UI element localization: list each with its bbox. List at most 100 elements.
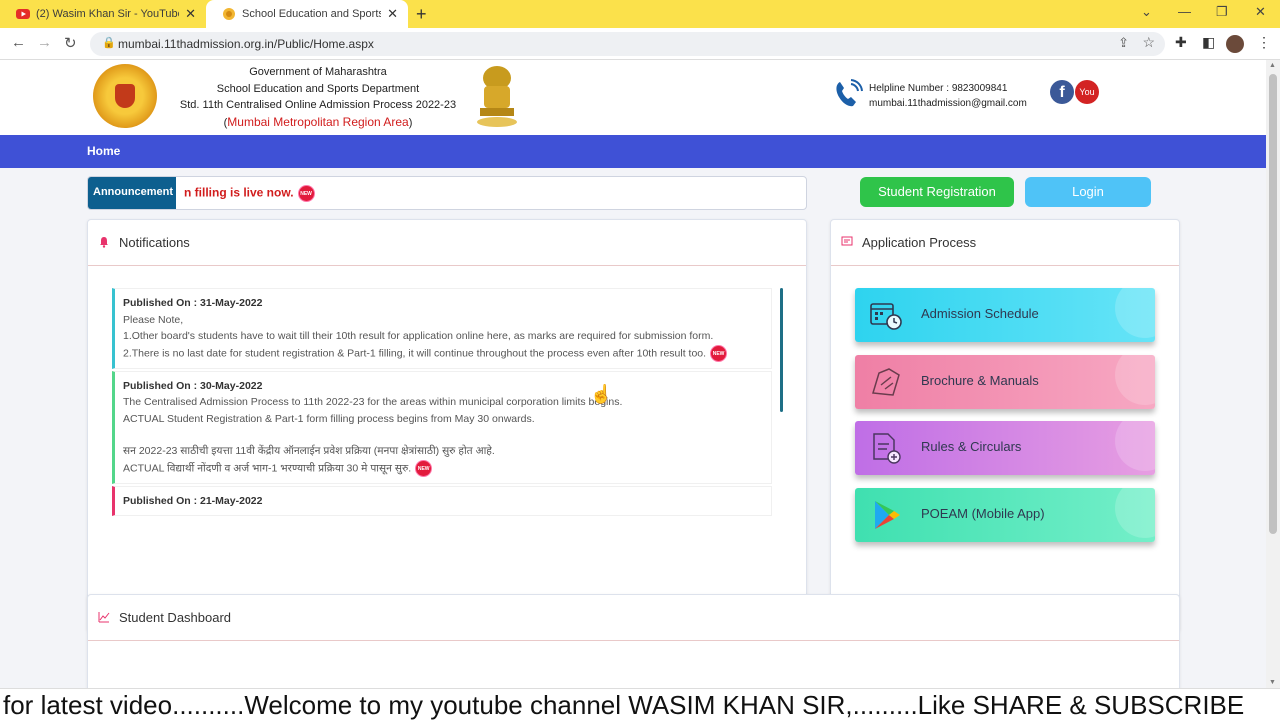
- region-line: (Mumbai Metropolitan Region Area): [168, 114, 468, 132]
- scrolling-ticker: for latest video..........Welcome to my …: [0, 688, 1280, 720]
- helpline-info: Helpline Number : 9823009841 mumbai.11th…: [869, 81, 1027, 111]
- notification-text-wrap: 2.There is no last date for student regi…: [123, 344, 763, 362]
- youtube-icon: [16, 9, 30, 19]
- tab-school-education[interactable]: School Education and Sports Dep ✕: [206, 0, 408, 28]
- youtube-icon[interactable]: You Tube: [1075, 80, 1099, 121]
- maharashtra-seal-icon: [93, 64, 157, 128]
- url-field[interactable]: 🔒 mumbai.11thadmission.org.in/Public/Hom…: [90, 32, 1165, 56]
- document-add-icon: [873, 433, 901, 464]
- helpline-number: Helpline Number : 9823009841: [869, 83, 1008, 94]
- reload-icon[interactable]: ↻: [64, 34, 77, 52]
- chart-line-icon: [98, 612, 110, 623]
- notification-text-wrap: ACTUAL विद्यार्थी नोंदणी व अर्ज भाग-1 भर…: [123, 459, 763, 477]
- tab-youtube[interactable]: (2) Wasim Khan Sir - YouTube ✕: [0, 0, 206, 28]
- region-paren: ): [408, 116, 413, 129]
- new-badge-icon: NEW: [710, 344, 728, 362]
- minimize-icon[interactable]: —: [1178, 4, 1191, 19]
- list-item: Published On : 21-May-2022: [112, 485, 772, 516]
- profile-avatar[interactable]: [1226, 35, 1244, 53]
- notification-text: Please Note,: [123, 313, 184, 326]
- application-process-title: Application Process: [862, 235, 977, 250]
- hand-cursor-icon: ☝: [590, 384, 613, 404]
- notifications-title: Notifications: [119, 235, 190, 250]
- ticker-text: for latest video..........Welcome to my …: [3, 690, 1245, 720]
- published-date: Published On : 31-May-2022: [123, 297, 263, 309]
- announcement-bar: Announcement n filling is live now. NEW: [87, 176, 807, 210]
- new-badge-icon: NEW: [415, 459, 433, 477]
- address-bar: ← → ↻ 🔒 mumbai.11thadmission.org.in/Publ…: [0, 28, 1280, 60]
- published-date: Published On : 21-May-2022: [123, 494, 263, 507]
- bookmark-star-icon[interactable]: ☆: [1142, 34, 1155, 51]
- announcement-label: Announcement: [88, 177, 176, 209]
- national-emblem-icon: [477, 66, 517, 127]
- header-title: Government of Maharashtra School Educati…: [168, 64, 468, 131]
- published-date: Published On : 30-May-2022: [123, 379, 263, 392]
- sidepanel-icon[interactable]: ◧: [1202, 34, 1215, 51]
- notifications-header: Notifications: [88, 220, 806, 266]
- login-button[interactable]: Login: [1025, 177, 1151, 207]
- brochure-manuals-button[interactable]: Brochure & Manuals: [855, 355, 1155, 409]
- scrollbar-thumb[interactable]: [1269, 74, 1277, 534]
- button-label: Rules & Circulars: [921, 439, 1022, 454]
- poeam-mobile-app-button[interactable]: POEAM (Mobile App): [855, 488, 1155, 542]
- web-page: Government of Maharashtra School Educati…: [0, 60, 1266, 688]
- button-label: POEAM (Mobile App): [921, 506, 1045, 521]
- url-text: mumbai.11thadmission.org.in/Public/Home.…: [118, 37, 374, 51]
- back-icon[interactable]: ←: [11, 34, 26, 51]
- main-navbar: Home: [0, 135, 1266, 168]
- tab-title: (2) Wasim Khan Sir - YouTube: [36, 8, 180, 20]
- student-registration-button[interactable]: Student Registration: [860, 177, 1014, 207]
- calendar-clock-icon: [870, 303, 902, 330]
- bell-icon: [100, 237, 108, 248]
- notifications-list[interactable]: Published On : 31-May-2022 Please Note, …: [112, 288, 772, 546]
- phone-icon: [836, 79, 863, 107]
- brochure-icon: [872, 368, 900, 396]
- notification-text: ACTUAL विद्यार्थी नोंदणी व अर्ज भाग-1 भर…: [123, 461, 412, 474]
- button-label: Brochure & Manuals: [921, 373, 1039, 388]
- button-label: Admission Schedule: [921, 306, 1039, 321]
- close-icon[interactable]: ✕: [387, 6, 398, 22]
- region-text: Mumbai Metropolitan Region Area: [227, 114, 409, 129]
- header-line: Std. 11th Centralised Online Admission P…: [179, 99, 457, 111]
- extensions-icon[interactable]: ✚: [1175, 34, 1187, 51]
- announcement-message[interactable]: n filling is live now. NEW: [184, 185, 315, 202]
- scroll-down-icon[interactable]: ▼: [1269, 679, 1276, 686]
- window-close-icon[interactable]: ✕: [1255, 4, 1266, 20]
- forward-icon[interactable]: →: [37, 34, 52, 51]
- notification-text: 2.There is no last date for student regi…: [123, 346, 707, 359]
- student-dashboard-card: Student Dashboard: [87, 594, 1180, 688]
- menu-dots-icon[interactable]: ⋮: [1257, 34, 1271, 51]
- notification-text: सन 2022-23 साठीची इयत्ता 11वी केंद्रीय ऑ…: [123, 445, 495, 457]
- lock-icon: 🔒: [102, 37, 116, 49]
- scroll-up-icon[interactable]: ▲: [1269, 62, 1276, 69]
- application-process-header: Application Process: [831, 220, 1179, 266]
- browser-tab-bar: (2) Wasim Khan Sir - YouTube ✕ School Ed…: [0, 0, 1280, 28]
- chevron-down-icon[interactable]: ⌄: [1141, 4, 1152, 20]
- new-badge-icon: NEW: [297, 185, 315, 202]
- process-icon: [841, 236, 853, 246]
- notifications-card: Notifications Published On : 31-May-2022…: [87, 219, 807, 632]
- application-process-card: Application Process Admission Schedule B…: [830, 219, 1180, 632]
- header-line: Government of Maharashtra: [249, 66, 387, 78]
- dashboard-header: Student Dashboard: [88, 595, 1179, 641]
- google-play-icon: [875, 501, 900, 529]
- new-tab-icon[interactable]: +: [416, 4, 427, 25]
- notification-text: The Centralised Admission Process to 11t…: [123, 396, 623, 408]
- share-icon[interactable]: ⇪: [1118, 35, 1129, 51]
- close-icon[interactable]: ✕: [185, 6, 196, 22]
- list-item: Published On : 30-May-2022 The Centralis…: [112, 370, 772, 484]
- header-line: School Education and Sports Department: [216, 82, 420, 95]
- facebook-icon[interactable]: f: [1050, 80, 1074, 104]
- maximize-icon[interactable]: ❐: [1216, 4, 1228, 20]
- nav-home[interactable]: Home: [87, 144, 120, 158]
- announcement-text: n filling is live now.: [184, 185, 294, 200]
- rules-circulars-button[interactable]: Rules & Circulars: [855, 421, 1155, 475]
- notifications-scroll-indicator[interactable]: [780, 288, 783, 412]
- helpline-email[interactable]: mumbai.11thadmission@gmail.com: [869, 96, 1027, 111]
- admission-schedule-button[interactable]: Admission Schedule: [855, 288, 1155, 342]
- list-item: Published On : 31-May-2022 Please Note, …: [112, 288, 772, 369]
- page-scrollbar[interactable]: ▲ ▼: [1266, 60, 1280, 688]
- notification-text: ACTUAL Student Registration & Part-1 for…: [123, 412, 535, 425]
- notification-text: 1.Other board's students have to wait ti…: [123, 330, 714, 342]
- dashboard-title: Student Dashboard: [119, 610, 232, 625]
